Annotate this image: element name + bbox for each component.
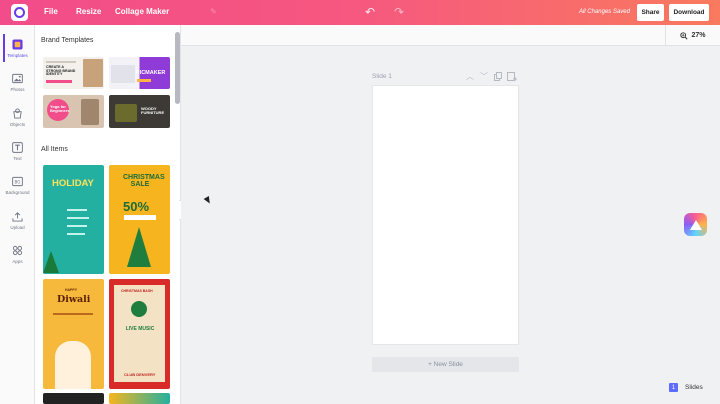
apps-icon — [12, 245, 23, 256]
rail-label: Text — [13, 156, 22, 161]
decor-bar — [137, 79, 151, 82]
template-text: CREATE A STRONG BRAND IDENTITY — [46, 65, 76, 77]
rail-item-photos[interactable]: Photos — [0, 73, 35, 92]
menu-collage-maker[interactable]: Collage Maker — [115, 7, 169, 16]
add-slide-icon[interactable] — [507, 72, 517, 81]
tree-shape — [127, 227, 151, 267]
template-text: WOODY FURNITURE — [141, 106, 165, 115]
left-rail: Templates Photos Objects Text BG Backgro… — [0, 25, 35, 404]
slides-count: 1 — [669, 383, 678, 392]
redo-icon[interactable]: ↷ — [392, 5, 406, 19]
floating-app-icon[interactable] — [684, 213, 707, 236]
rail-item-objects[interactable]: Objects — [0, 108, 35, 127]
decor-line — [67, 233, 85, 235]
brand-template-thumb[interactable]: Yoga for Beginners — [43, 95, 104, 128]
panel-scrollbar[interactable] — [175, 32, 180, 104]
save-status: All Changes Saved — [578, 9, 630, 15]
template-illustration — [55, 341, 91, 389]
brand-templates-title: Brand Templates — [41, 37, 94, 44]
template-title: HOLIDAY — [52, 178, 94, 189]
rail-label: Upload — [10, 225, 25, 230]
rail-label: Apps — [12, 259, 23, 264]
photos-icon — [12, 73, 23, 84]
template-title: LIVE MUSIC — [125, 326, 155, 332]
decor-bar — [124, 215, 156, 220]
rail-label: Photos — [10, 87, 25, 92]
move-up-icon[interactable]: ︿ — [466, 71, 474, 82]
all-items-title: All Items — [41, 146, 68, 153]
template-card — [114, 285, 165, 382]
template-kicker: HAPPY — [65, 288, 78, 292]
template-thumb[interactable] — [43, 393, 104, 404]
template-text: PICMAKER — [136, 70, 166, 76]
app-root: File Resize Collage Maker ✎ ↶ ↷ All Chan… — [0, 0, 720, 404]
decor-wreath — [131, 301, 147, 317]
rail-item-templates[interactable]: Templates — [0, 39, 35, 58]
template-thumb[interactable] — [109, 393, 170, 404]
template-screen — [111, 65, 135, 83]
slide-canvas[interactable] — [372, 85, 519, 345]
text-icon — [12, 142, 23, 153]
template-footer: CLUB DENVERY — [124, 372, 156, 377]
rail-label: Background — [5, 190, 30, 195]
tree-shape — [43, 251, 59, 273]
brand-template-thumb[interactable]: CREATE A STRONG BRAND IDENTITY — [43, 57, 104, 89]
duplicate-icon[interactable] — [494, 72, 502, 81]
undo-icon[interactable]: ↶ — [363, 5, 377, 19]
rail-label: Objects — [9, 122, 26, 127]
zoom-value: 27% — [691, 32, 706, 39]
rail-item-text[interactable]: Text — [0, 142, 35, 161]
template-thumb-christmas-sale[interactable]: CHRISTMAS SALE 50% — [109, 165, 170, 274]
template-subtitle: 50% — [123, 199, 150, 214]
template-kicker: CHRISTMAS BASH — [121, 289, 153, 293]
template-photo — [83, 59, 103, 87]
template-photo — [81, 99, 99, 125]
slide-label: Slide 1 — [372, 73, 392, 80]
decor-line — [67, 225, 87, 227]
share-button[interactable]: Share — [637, 4, 664, 21]
template-title: Diwali — [57, 294, 91, 305]
app-logo[interactable] — [11, 4, 28, 21]
decor-line — [67, 209, 87, 211]
brand-template-thumb[interactable]: PICMAKER — [109, 57, 170, 89]
decor-line — [53, 313, 93, 315]
pencil-icon: ✎ — [210, 7, 217, 16]
slides-label: Slides — [685, 384, 703, 391]
download-button[interactable]: Download — [669, 4, 709, 21]
upload-icon — [12, 212, 23, 222]
slides-counter[interactable]: 1 Slides — [669, 383, 703, 392]
rail-item-upload[interactable]: Upload — [0, 211, 35, 230]
template-thumb-holiday[interactable]: HOLIDAY — [43, 165, 104, 274]
decor-line — [67, 217, 89, 219]
svg-text:BG: BG — [15, 180, 21, 185]
zoom-icon — [680, 31, 689, 40]
objects-icon — [13, 108, 22, 119]
templates-icon — [12, 39, 23, 50]
template-text: Yoga for Beginners — [50, 104, 70, 113]
template-photo — [115, 104, 137, 122]
brand-template-thumb[interactable]: WOODY FURNITURE — [109, 95, 170, 128]
background-icon: BG — [12, 176, 23, 187]
template-title: CHRISTMAS SALE — [123, 174, 165, 188]
menu-resize[interactable]: Resize — [76, 7, 101, 16]
top-bar: File Resize Collage Maker ✎ ↶ ↷ All Chan… — [0, 0, 720, 25]
menu-file[interactable]: File — [44, 7, 58, 16]
rail-label: Templates — [7, 53, 28, 58]
zoom-control[interactable]: 27% — [665, 25, 720, 46]
template-thumb-christmas-bash[interactable]: CHRISTMAS BASH LIVE MUSIC CLUB DENVERY — [109, 279, 170, 389]
templates-panel: Brand Templates CREATE A STRONG BRAND ID… — [35, 25, 181, 404]
decor-line — [46, 61, 76, 63]
rail-item-apps[interactable]: Apps — [0, 245, 35, 264]
template-thumb-diwali[interactable]: HAPPY Diwali — [43, 279, 104, 389]
new-slide-button[interactable]: + New Slide — [372, 357, 519, 372]
sub-toolbar — [181, 25, 720, 46]
move-down-icon[interactable]: ﹀ — [480, 71, 488, 82]
rail-item-background[interactable]: BG Background — [0, 176, 35, 195]
decor-bar — [46, 80, 72, 83]
